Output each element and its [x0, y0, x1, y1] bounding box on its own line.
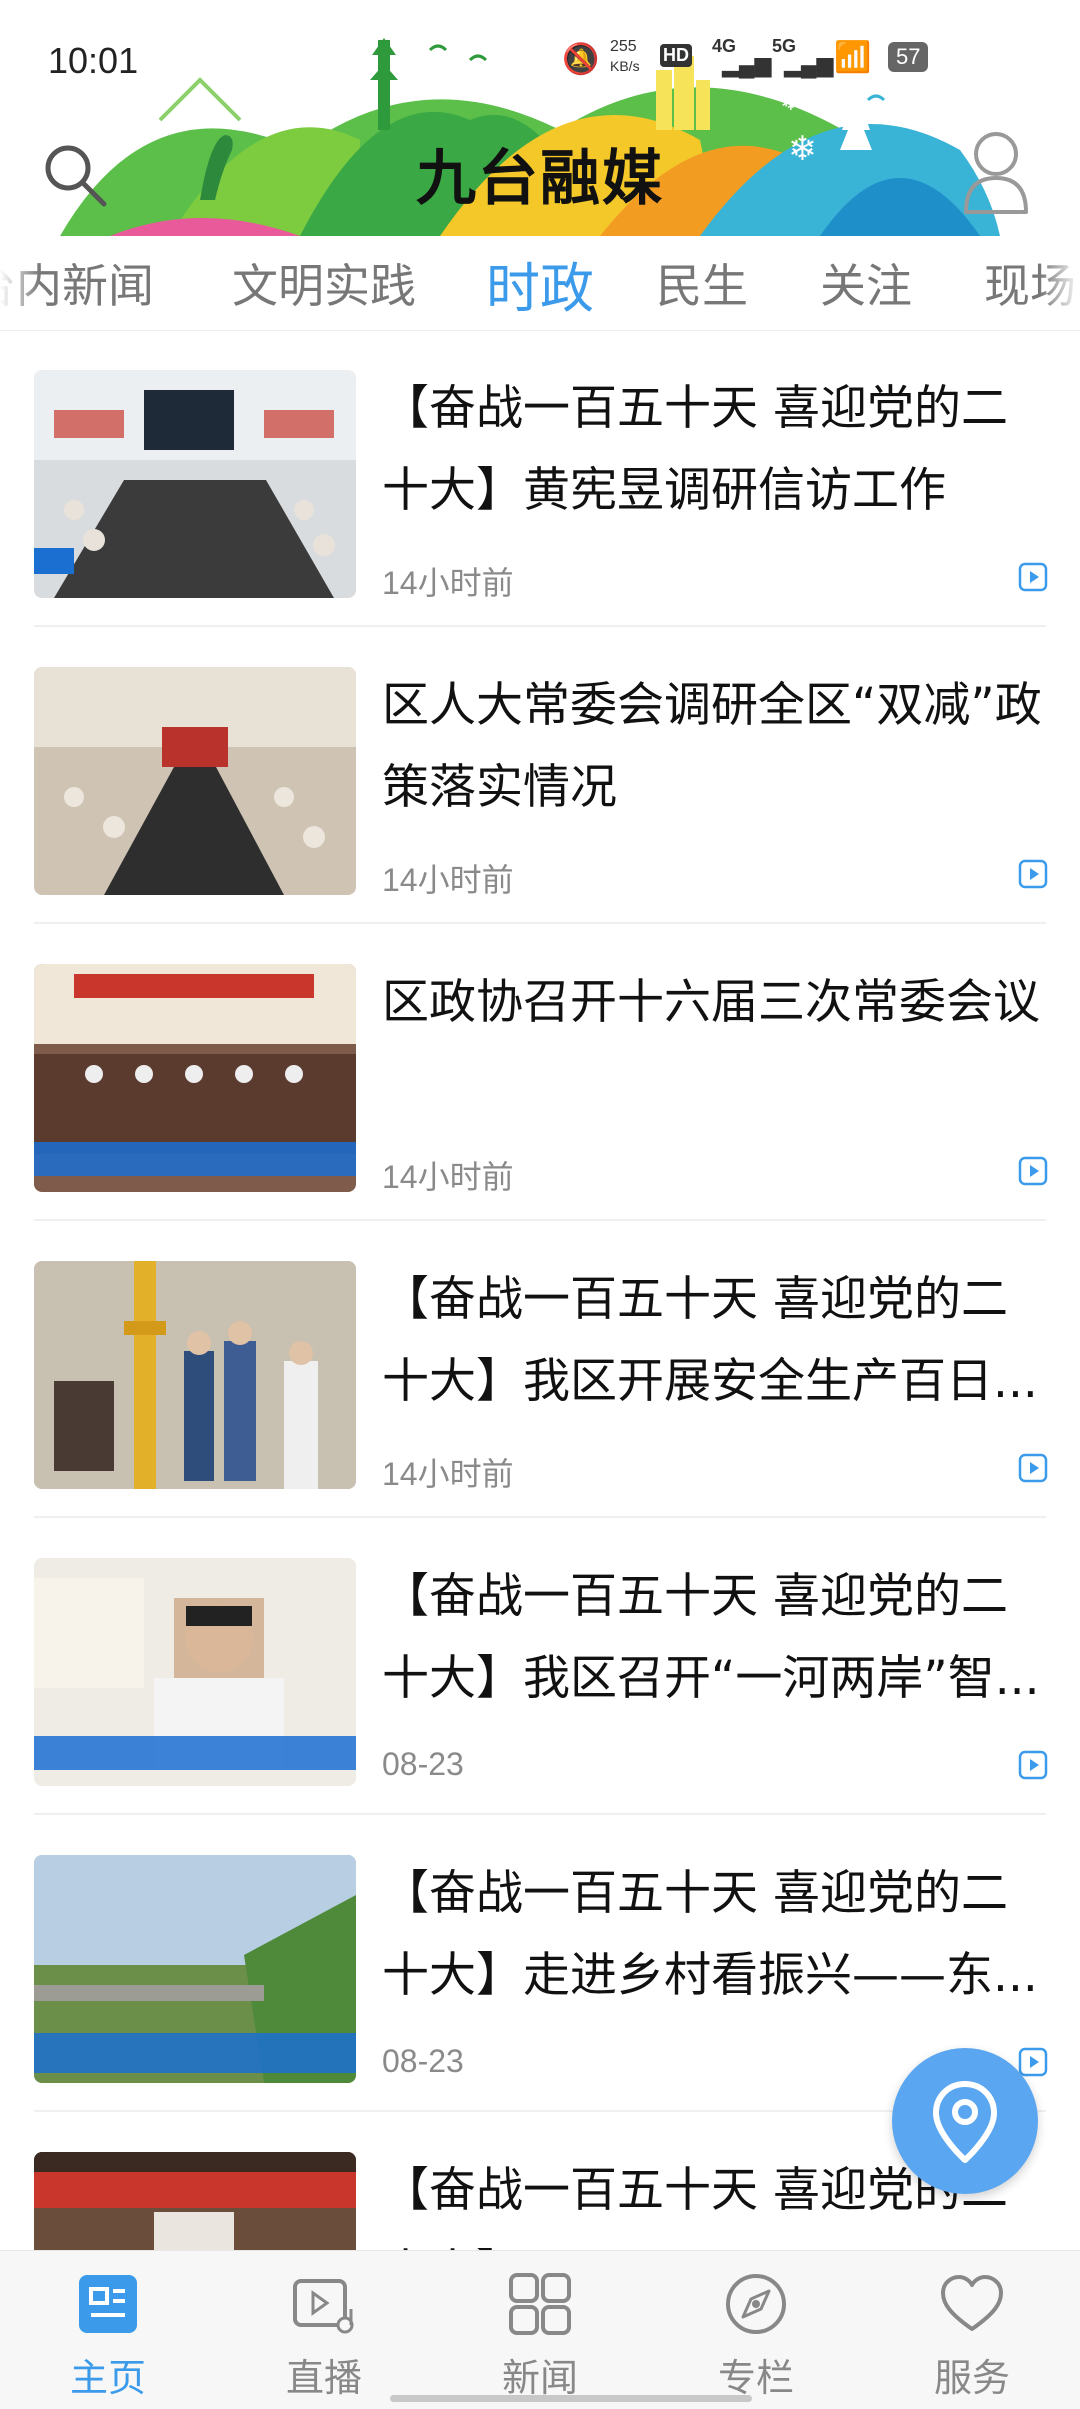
news-item[interactable]: 区政协召开十六届三次常委会议 14小时前: [0, 924, 1080, 1221]
svg-text:❄: ❄: [780, 87, 802, 117]
status-icons: 🔕 255 KB/s HD 4G ▂▄▆ 5G ▂▄▆ 📶 57: [562, 36, 952, 82]
wifi-icon: 📶: [834, 41, 872, 74]
battery-level: 57: [888, 42, 929, 72]
nav-column-label: 专栏: [717, 2356, 794, 2400]
video-play-icon: [1018, 562, 1048, 592]
nav-news-label: 新闻: [501, 2356, 578, 2400]
news-item[interactable]: 【奋战一百五十天 喜迎党的二十大】我区召开“一河两岸”智... 08-23: [0, 1518, 1080, 1815]
tab-civilization-practice[interactable]: 文明实践: [232, 250, 416, 316]
nav-service[interactable]: 服务: [864, 2251, 1080, 2409]
news-time: 14小时前: [382, 565, 514, 601]
news-item[interactable]: 【奋战一百五十天 喜迎党的二十大】黄宪昱调研信访工作 14小时前: [0, 330, 1080, 627]
news-title[interactable]: 【奋战一百五十天 喜迎党的二十大】黄宪昱调研信访工作: [382, 368, 1048, 532]
compass-icon: [726, 2274, 786, 2334]
nav-service-label: 服务: [933, 2356, 1010, 2400]
news-title[interactable]: 区人大常委会调研全区“双减”政策落实情况: [382, 665, 1048, 829]
mute-icon: 🔕: [562, 43, 600, 76]
news-thumbnail: [34, 1558, 356, 1786]
location-pin-icon: [933, 2081, 997, 2163]
news-title[interactable]: 【奋战一百五十天 喜迎党的二十大】我区开展安全生产百日...: [382, 1259, 1048, 1423]
news-title[interactable]: 【奋战一百五十天 喜迎党的二十大】我区召开“一河两岸”智...: [382, 1556, 1048, 1720]
location-fab-button[interactable]: [892, 2048, 1038, 2194]
video-play-icon: [1018, 1453, 1048, 1483]
news-time: 08-23: [382, 2043, 464, 2079]
user-profile-icon[interactable]: [960, 128, 1032, 214]
status-time: 10:01: [48, 40, 139, 81]
news-thumbnail: [34, 2152, 356, 2250]
news-title[interactable]: 区政协召开十六届三次常委会议: [382, 962, 1048, 1044]
live-tv-icon: [293, 2279, 354, 2334]
category-tabs: 台内新闻 文明实践 时政 民生 关注 现场: [0, 236, 1080, 331]
net-speed-unit: KB/s: [610, 58, 640, 74]
news-time: 08-23: [382, 1746, 464, 1782]
news-time: 14小时前: [382, 862, 514, 898]
signal-icon-2: ▂▄▆: [784, 52, 834, 77]
signal-icon: ▂▄▆: [722, 52, 772, 77]
nav-news[interactable]: 新闻: [432, 2251, 648, 2409]
tab-focus[interactable]: 关注: [820, 250, 912, 316]
tab-politics[interactable]: 时政: [486, 244, 594, 323]
video-play-icon: [1018, 859, 1048, 889]
search-icon[interactable]: [40, 140, 110, 210]
nav-live-label: 直播: [285, 2356, 362, 2400]
video-play-icon: [1018, 1156, 1048, 1186]
news-list: 【奋战一百五十天 喜迎党的二十大】黄宪昱调研信访工作 14小时前 区人大常委会调…: [0, 330, 1080, 2250]
news-item[interactable]: 区人大常委会调研全区“双减”政策落实情况 14小时前: [0, 627, 1080, 924]
tabs-fade-right: [1040, 236, 1080, 330]
nav-home[interactable]: 主页: [0, 2251, 216, 2409]
bottom-navigation: 主页 直播 新闻 专栏 服务: [0, 2250, 1080, 2409]
home-news-icon: [79, 2275, 137, 2333]
grid-icon: [509, 2273, 571, 2335]
app-title: 九台融媒: [416, 144, 664, 214]
net-speed: 255: [610, 38, 637, 55]
news-thumbnail: [34, 1855, 356, 2083]
heart-icon: [941, 2275, 1003, 2331]
nav-column[interactable]: 专栏: [648, 2251, 864, 2409]
news-thumbnail: [34, 370, 356, 598]
news-time: 14小时前: [382, 1456, 514, 1492]
nav-live[interactable]: 直播: [216, 2251, 432, 2409]
home-indicator-bar[interactable]: [390, 2395, 752, 2402]
news-title[interactable]: 【奋战一百五十天 喜迎党的二十大】走进乡村看振兴——东...: [382, 1853, 1048, 2017]
tab-livelihood[interactable]: 民生: [656, 250, 748, 316]
news-thumbnail: [34, 1261, 356, 1489]
news-thumbnail: [34, 667, 356, 895]
news-time: 14小时前: [382, 1159, 514, 1195]
hd-badge: HD: [660, 44, 692, 67]
nav-home-label: 主页: [69, 2356, 146, 2400]
tabs-fade-left: [0, 236, 40, 330]
video-play-icon: [1018, 1750, 1048, 1780]
app-header: ❄ ❄ 10:01 🔕 255 KB/s HD 4G ▂▄▆ 5G ▂▄▆ 📶 …: [0, 0, 1080, 236]
news-item[interactable]: 【奋战一百五十天 喜迎党的二十大】我区开展安全生产百日... 14小时前: [0, 1221, 1080, 1518]
news-thumbnail: [34, 964, 356, 1192]
